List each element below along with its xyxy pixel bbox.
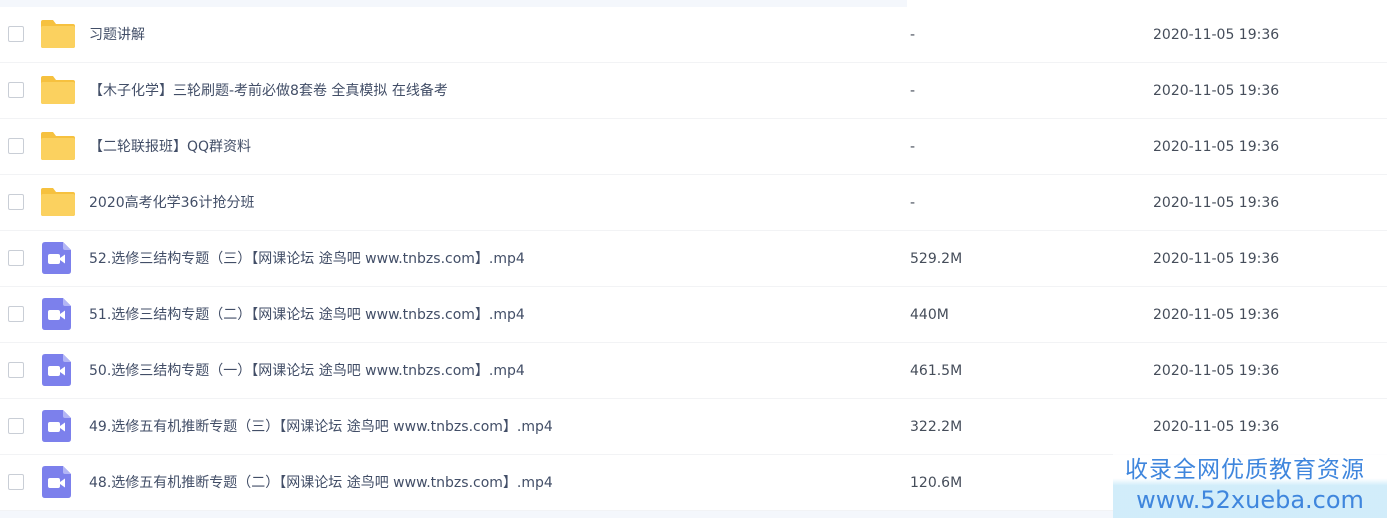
video-icon <box>40 354 76 386</box>
video-icon <box>40 242 76 274</box>
file-name[interactable]: 51.选修三结构专题（二）【网课论坛 途鸟吧 www.tnbzs.com】.mp… <box>89 287 525 343</box>
video-icon <box>40 298 76 330</box>
file-size: 440M <box>910 307 949 323</box>
file-size: 322.2M <box>910 419 963 435</box>
file-row[interactable]: 52.选修三结构专题（三）【网课论坛 途鸟吧 www.tnbzs.com】.mp… <box>0 231 1387 287</box>
file-size: 461.5M <box>910 363 963 379</box>
file-size: - <box>910 139 916 155</box>
row-checkbox[interactable] <box>8 418 24 434</box>
folder-icon <box>40 186 76 218</box>
file-date: 2020-11-05 19:36 <box>1153 139 1280 155</box>
file-row[interactable]: 习题讲解 - 2020-11-05 19:36 <box>0 7 1387 63</box>
file-row[interactable]: 2020高考化学36计抢分班 - 2020-11-05 19:36 <box>0 175 1387 231</box>
row-checkbox[interactable] <box>8 194 24 210</box>
file-name[interactable]: 48.选修五有机推断专题（二）【网课论坛 途鸟吧 www.tnbzs.com】.… <box>89 455 553 511</box>
file-name[interactable]: 【二轮联报班】QQ群资料 <box>89 119 251 175</box>
folder-icon <box>40 130 76 162</box>
file-size: 120.6M <box>910 475 963 491</box>
video-icon <box>40 410 76 442</box>
file-name[interactable]: 【木子化学】三轮刷题-考前必做8套卷 全真模拟 在线备考 <box>89 63 448 119</box>
row-checkbox[interactable] <box>8 250 24 266</box>
row-checkbox[interactable] <box>8 474 24 490</box>
watermark-slogan: 收录全网优质教育资源 <box>1125 457 1365 483</box>
file-name[interactable]: 52.选修三结构专题（三）【网课论坛 途鸟吧 www.tnbzs.com】.mp… <box>89 231 525 287</box>
file-row[interactable]: 50.选修三结构专题（一）【网课论坛 途鸟吧 www.tnbzs.com】.mp… <box>0 343 1387 399</box>
file-row[interactable]: 51.选修三结构专题（二）【网课论坛 途鸟吧 www.tnbzs.com】.mp… <box>0 287 1387 343</box>
file-name[interactable]: 50.选修三结构专题（一）【网课论坛 途鸟吧 www.tnbzs.com】.mp… <box>89 343 525 399</box>
row-checkbox[interactable] <box>8 362 24 378</box>
file-name[interactable]: 49.选修五有机推断专题（三）【网课论坛 途鸟吧 www.tnbzs.com】.… <box>89 399 553 455</box>
watermark-url: www.52xueba.com <box>1136 486 1364 514</box>
file-name[interactable]: 2020高考化学36计抢分班 <box>89 175 254 231</box>
row-checkbox[interactable] <box>8 306 24 322</box>
file-date: 2020-11-05 19:36 <box>1153 27 1280 43</box>
watermark-banner: 收录全网优质教育资源 www.52xueba.com <box>1113 446 1387 518</box>
file-size: 529.2M <box>910 251 963 267</box>
file-list: 习题讲解 - 2020-11-05 19:36 【木子化学】三轮刷题-考前必做8… <box>0 7 1387 511</box>
row-checkbox[interactable] <box>8 26 24 42</box>
file-size: - <box>910 27 916 43</box>
file-date: 2020-11-05 19:36 <box>1153 195 1280 211</box>
file-row[interactable]: 【二轮联报班】QQ群资料 - 2020-11-05 19:36 <box>0 119 1387 175</box>
video-icon <box>40 466 76 498</box>
list-header-strip <box>0 0 907 7</box>
folder-icon <box>40 18 76 50</box>
file-date: 2020-11-05 19:36 <box>1153 307 1280 323</box>
file-date: 2020-11-05 19:36 <box>1153 363 1280 379</box>
row-checkbox[interactable] <box>8 82 24 98</box>
file-size: - <box>910 195 916 211</box>
row-checkbox[interactable] <box>8 138 24 154</box>
file-date: 2020-11-05 19:36 <box>1153 83 1280 99</box>
file-row[interactable]: 【木子化学】三轮刷题-考前必做8套卷 全真模拟 在线备考 - 2020-11-0… <box>0 63 1387 119</box>
file-name[interactable]: 习题讲解 <box>89 7 145 63</box>
file-date: 2020-11-05 19:36 <box>1153 251 1280 267</box>
file-size: - <box>910 83 916 99</box>
folder-icon <box>40 74 76 106</box>
